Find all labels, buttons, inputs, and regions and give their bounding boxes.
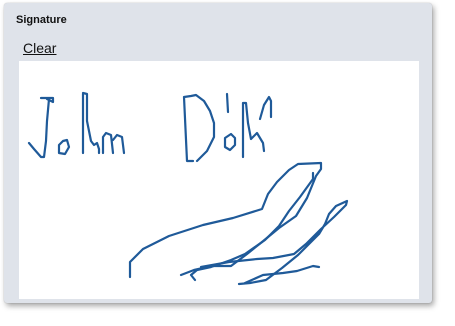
ink-stroke [225,92,230,114]
ink-stroke [57,138,71,156]
clear-link[interactable]: Clear [23,41,56,56]
panel-title: Signature [16,14,67,26]
ink-stroke [241,95,273,159]
ink-stroke [27,96,55,159]
ink-stroke [199,199,349,286]
signature-ink [27,91,349,286]
ink-stroke [189,171,315,282]
signature-panel: Signature Clear [4,3,432,303]
signature-drawing [27,91,349,286]
ink-stroke [101,131,126,155]
ink-stroke [223,132,237,152]
ink-stroke [81,91,101,155]
signature-canvas[interactable] [19,61,419,299]
ink-stroke [182,93,216,163]
